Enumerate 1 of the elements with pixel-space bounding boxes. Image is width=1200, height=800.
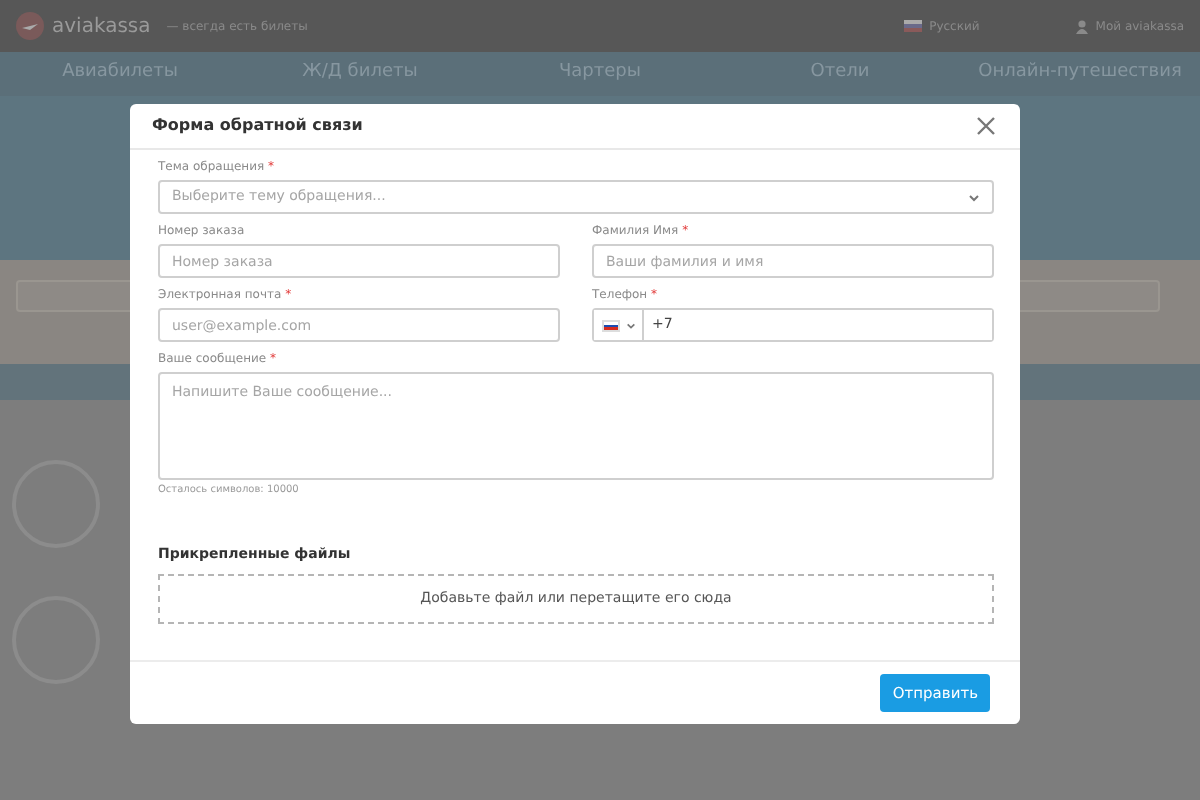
dialog-title: Форма обратной связи <box>152 114 363 138</box>
